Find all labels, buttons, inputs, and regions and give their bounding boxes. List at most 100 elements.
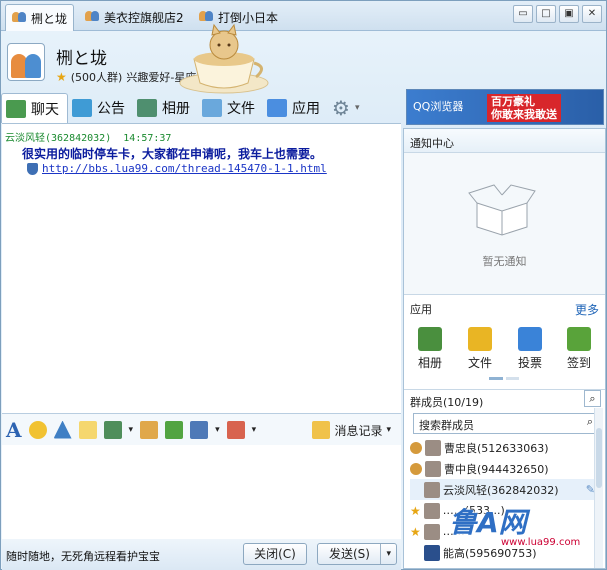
skin-button[interactable]: ▭ (513, 5, 533, 23)
tab-label: 美衣控旗舰店2 (104, 11, 184, 25)
message-header: 云淡风轻(362842032) 14:57:37 (5, 129, 171, 144)
megaphone-icon (72, 99, 92, 117)
notice-area: 暂无通知 (404, 153, 605, 295)
settings-menu[interactable]: ⚙ ▾ (328, 93, 367, 123)
screenshot-icon[interactable] (190, 420, 209, 439)
app-album[interactable]: 相册 (410, 327, 450, 371)
avatar (423, 502, 440, 519)
note-icon[interactable] (78, 420, 97, 439)
app-vote[interactable]: 投票 (510, 327, 550, 371)
close-window-button[interactable]: ✕ (582, 5, 602, 23)
notice-title: 通知中心 (410, 137, 454, 150)
chevron-down-icon[interactable]: ▾ (380, 544, 391, 564)
magic-icon[interactable] (53, 420, 72, 439)
message-link[interactable]: http://bbs.lua99.com/thread-145470-1-1.h… (27, 162, 327, 175)
avatar (424, 481, 440, 498)
apps-section: 应用 更多 相册 文件 投票 签到 (404, 295, 605, 390)
tab-announcement-label: 公告 (97, 101, 125, 117)
image-icon[interactable] (103, 420, 122, 439)
message-text: 很实用的临时停车卡，大家都在申请呢，我车上也需要。 (22, 147, 323, 161)
folder-icon (202, 99, 222, 117)
search-icon[interactable]: ⌕ (584, 390, 601, 407)
empty-notice-text: 暂无通知 (482, 255, 527, 268)
app-files[interactable]: 文件 (460, 327, 500, 371)
history-label: 消息记录 (334, 423, 383, 438)
promo-tip[interactable]: 随时随地，无死角远程看护宝宝 (6, 548, 160, 564)
close-button[interactable]: 关闭(C) (243, 543, 307, 565)
tab-label: 㭢と垅 (31, 12, 68, 26)
watermark: 鲁A网 www.lua99.com (449, 506, 581, 548)
tab-files-label: 文件 (227, 101, 255, 117)
link-text[interactable]: http://bbs.lua99.com/thread-145470-1-1.h… (42, 162, 327, 175)
tab-group-2[interactable]: 美衣控旗舰店2 (79, 4, 190, 31)
chart-icon (518, 327, 542, 351)
album-icon (418, 327, 442, 351)
members-header: 群成员(10/19) (410, 396, 484, 409)
apps-more-link[interactable]: 更多 (575, 301, 599, 318)
tab-album[interactable]: 相册 (133, 93, 198, 123)
chevron-down-icon[interactable]: ▾ (129, 425, 134, 435)
member-row[interactable]: 曹中良(944432650) (410, 458, 600, 479)
star-icon: ★ (410, 524, 421, 539)
tab-album-label: 相册 (162, 101, 190, 117)
send-label: 发送(S) (329, 547, 370, 561)
gear-icon: ⚙ (332, 96, 350, 120)
qq-group-chat-window: 㭢と垅 美衣控旗舰店2 打倒小日本 ▭ □ ▣ ✕ 㭢と垅 ★ (500人群) 兴趣… (0, 0, 607, 570)
send-button[interactable]: 发送(S) ▾ (317, 543, 397, 565)
folder-icon (468, 327, 492, 351)
avatar (423, 523, 440, 540)
minimize-button[interactable]: □ (536, 5, 556, 23)
message-history-button[interactable]: 消息记录 ▾ (312, 421, 391, 439)
tab-chat-label: 聊天 (31, 101, 59, 118)
group-avatar[interactable] (7, 43, 45, 81)
apps-title: 应用 (410, 303, 432, 316)
apps-pager[interactable] (489, 377, 519, 380)
group-icon (12, 10, 27, 24)
chat-icon (6, 99, 26, 118)
footer-bar: 随时随地，无死角远程看护宝宝 关闭(C) 发送(S) ▾ (2, 539, 401, 570)
toolbar: 聊天 公告 相册 文件 应用 ⚙ ▾ (1, 93, 367, 123)
teacup-cat-decoration (179, 23, 269, 94)
apps-grid-icon (267, 99, 287, 117)
qq-browser-ad-banner[interactable]: QQ浏览器 百万豪礼 你敢来我敢送 (406, 89, 604, 125)
shake-icon[interactable] (226, 420, 245, 439)
music-icon[interactable] (165, 420, 184, 439)
tab-announcement[interactable]: 公告 (68, 93, 133, 123)
app-checkin[interactable]: 签到 (559, 327, 599, 371)
chevron-down-icon: ▾ (354, 103, 360, 113)
member-search-input[interactable]: 搜索群成员 ⌕ (413, 413, 599, 434)
tab-files[interactable]: 文件 (198, 93, 263, 123)
history-icon (312, 421, 331, 439)
avatar (425, 439, 441, 456)
tab-chat[interactable]: 聊天 (1, 93, 68, 123)
member-row[interactable]: 曹忠良(512633063) (410, 437, 600, 458)
message-input[interactable] (2, 445, 401, 539)
avatar (425, 460, 441, 477)
avatar (424, 544, 440, 561)
emoji-icon[interactable] (28, 420, 47, 439)
star-icon: ★ (410, 503, 421, 518)
format-toolbar: A ▾ ▾ ▾ 消息记录 ▾ (2, 413, 401, 445)
chat-history[interactable]: 云淡风轻(362842032) 14:57:37 很实用的临时停车卡，大家都在申… (2, 123, 401, 413)
notice-header: 通知中心 (404, 129, 605, 153)
admin-icon (410, 462, 422, 475)
doc-icon[interactable] (140, 420, 159, 439)
window-controls: ▭ □ ▣ ✕ (513, 5, 602, 23)
album-icon (137, 99, 157, 117)
star-icon: ★ (56, 70, 67, 84)
tab-apps-label: 应用 (292, 101, 320, 117)
tab-bar: 㭢と垅 美衣控旗舰店2 打倒小日本 ▭ □ ▣ ✕ (1, 1, 606, 31)
empty-box-icon (468, 184, 536, 236)
owner-icon (410, 441, 422, 454)
member-row[interactable]: 云淡风轻(362842032) ✎ (410, 479, 600, 500)
checkmark-icon (567, 327, 591, 351)
tab-apps[interactable]: 应用 (263, 93, 328, 123)
search-icon: ⌕ (586, 415, 593, 428)
sender-name: 云淡风轻(362842032) (5, 133, 112, 144)
tab-group-1[interactable]: 㭢と垅 (5, 4, 75, 31)
maximize-button[interactable]: ▣ (559, 5, 579, 23)
group-icon (85, 9, 100, 23)
chevron-down-icon[interactable]: ▾ (215, 425, 220, 435)
font-icon[interactable]: A (6, 418, 22, 442)
chevron-down-icon[interactable]: ▾ (252, 425, 257, 435)
